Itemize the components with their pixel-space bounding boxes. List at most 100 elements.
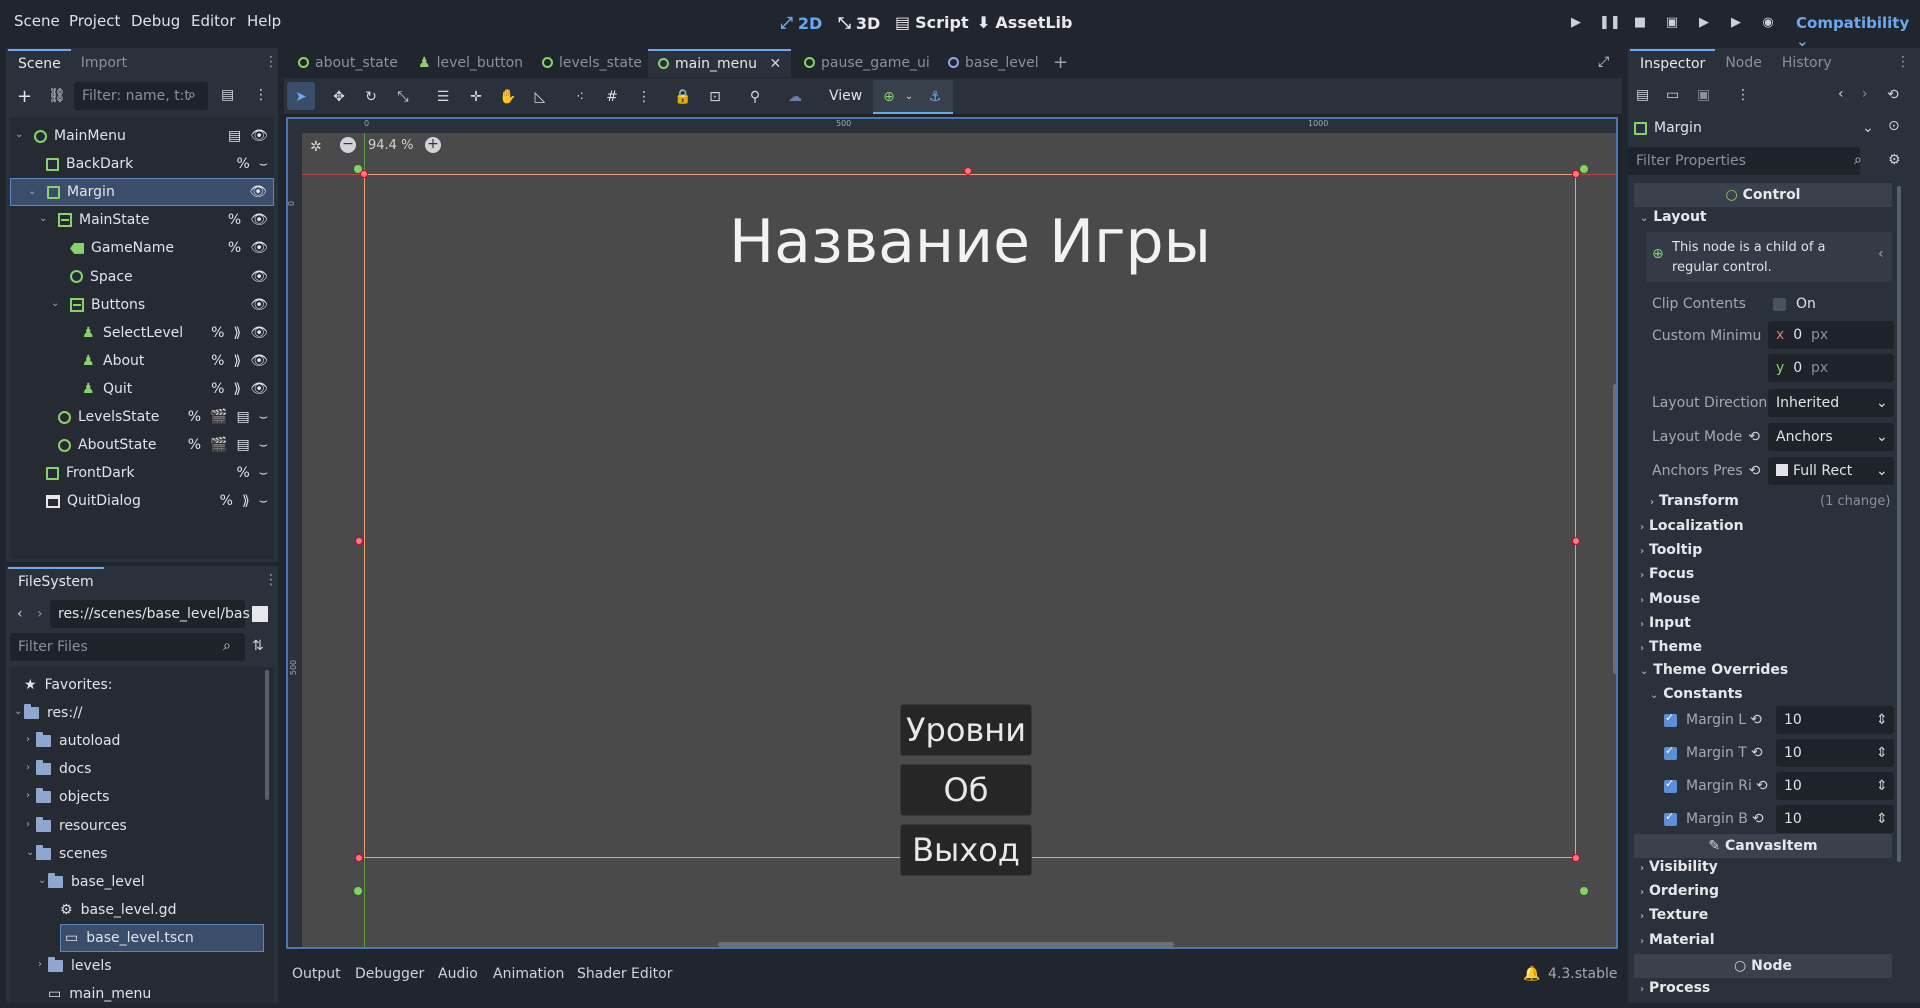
add-tab-icon[interactable]: + [1053, 52, 1068, 73]
visibility-icon[interactable]: 👁 [250, 325, 268, 341]
pause-icon[interactable]: ❚❚ [1599, 14, 1621, 32]
visibility-icon[interactable]: 👁 [250, 128, 268, 144]
menu-help[interactable]: Help [247, 12, 281, 30]
tab-animation[interactable]: Animation [493, 966, 564, 982]
hidden-icon[interactable]: ⌣ [259, 156, 268, 172]
canvas-viewport[interactable]: 0 500 1000 0 500 ✲ − 94.4 % + Название И… [286, 117, 1618, 949]
custom-min-x-field[interactable]: x 0 px [1768, 321, 1894, 349]
fs-menu-icon[interactable]: ⋮ [264, 572, 278, 588]
renderer-select[interactable]: Compatibility ⌄ [1796, 14, 1920, 50]
open-resource-icon[interactable]: ▭ [1666, 87, 1679, 103]
anchors-preset-select[interactable]: Full Rect ⌄ [1768, 457, 1894, 485]
tree-node[interactable]: ♟ About% ⟫ 👁 [10, 347, 274, 375]
menu-debug[interactable]: Debug [131, 12, 180, 30]
dock-menu-icon[interactable]: ⋮ [1896, 54, 1910, 70]
visibility-icon[interactable]: 👁 [250, 212, 268, 228]
scene-menu-icon[interactable]: ⋮ [254, 87, 268, 103]
section-layout[interactable]: ⌄ Layout [1640, 209, 1707, 225]
section-visibility[interactable]: › Visibility [1640, 859, 1718, 875]
revert-icon[interactable]: ⟲ [1749, 463, 1761, 479]
override-checkbox[interactable] [1664, 744, 1677, 760]
list-select-icon[interactable]: ☰ [432, 86, 454, 108]
layout-percent-icon[interactable]: % [188, 437, 201, 453]
tab-debugger[interactable]: Debugger [355, 966, 424, 982]
scale-tool-icon[interactable]: ⤡ [392, 86, 414, 108]
scene-tab[interactable]: pause_game_ui [794, 49, 940, 77]
layout-percent-icon[interactable]: % [236, 156, 249, 172]
scene-tab[interactable]: base_level [938, 49, 1049, 77]
layout-percent-icon[interactable]: % [220, 493, 233, 509]
chevron-icon[interactable]: › [38, 959, 42, 970]
chevron-icon[interactable]: ⌄ [14, 706, 22, 717]
section-process[interactable]: › Process [1640, 980, 1710, 996]
layout-percent-icon[interactable]: % [211, 325, 224, 341]
grid-snap-icon[interactable]: # [601, 86, 623, 108]
filter-properties-input[interactable]: Filter Properties [1628, 147, 1860, 175]
zoom-in-icon[interactable]: + [425, 137, 441, 153]
fs-path-input[interactable]: res://scenes/base_level/bas [50, 600, 250, 628]
visibility-icon[interactable]: 👁 [249, 184, 267, 200]
signals-icon[interactable]: ⟫ [233, 353, 241, 369]
resize-handle[interactable] [1572, 170, 1580, 178]
chevron-icon[interactable]: › [26, 819, 30, 830]
resize-handle[interactable] [964, 167, 972, 175]
section-transform[interactable]: › Transform [1650, 493, 1739, 509]
play-custom-scene-icon[interactable]: ▶ [1727, 14, 1745, 32]
scene-instance-icon[interactable]: 🎬 [210, 409, 227, 425]
history-icon[interactable]: ⟲ [1887, 87, 1899, 103]
chevron-down-icon[interactable]: ⌄ [15, 129, 23, 140]
resize-handle[interactable] [355, 537, 363, 545]
menu-project[interactable]: Project [69, 12, 120, 30]
section-localization[interactable]: › Localization [1640, 518, 1744, 534]
menu-scene[interactable]: Scene [14, 12, 60, 30]
scene-tab[interactable]: ♟ level_button [408, 49, 533, 77]
hidden-icon[interactable]: ⌣ [259, 465, 268, 481]
layout-direction-select[interactable]: Inherited ⌄ [1768, 389, 1894, 417]
h-scrollbar[interactable] [718, 942, 1174, 947]
fs-item[interactable]: autoload [36, 727, 120, 755]
tab-output[interactable]: Output [292, 966, 341, 982]
layout-percent-icon[interactable]: % [228, 240, 241, 256]
tree-node[interactable]: ♟ SelectLevel% ⟫ 👁 [10, 319, 274, 347]
revert-icon[interactable]: ⟲ [1756, 778, 1768, 794]
script-icon[interactable]: ▤ [228, 128, 241, 144]
tree-node[interactable]: Space 👁 [10, 263, 274, 291]
stop-icon[interactable]: ■ [1631, 14, 1649, 32]
fs-filter-input[interactable]: Filter Files [10, 633, 245, 661]
zoom-out-icon[interactable]: − [340, 137, 356, 153]
chevron-icon[interactable]: › [26, 790, 30, 801]
signals-icon[interactable]: ⟫ [233, 325, 241, 341]
chevron-icon[interactable]: › [26, 734, 30, 745]
fs-item[interactable]: base_level [48, 868, 145, 896]
center-view-icon[interactable]: ✲ [310, 139, 322, 155]
skeleton-icon[interactable]: ⚲ [744, 86, 766, 108]
resize-handle[interactable] [1572, 854, 1580, 862]
chevron-down-icon[interactable]: ⌄ [898, 86, 920, 108]
tree-node[interactable]: ⌄ MainMenu ▤ 👁 [10, 122, 274, 150]
view-menu[interactable]: View [829, 88, 862, 104]
inspector-scrollbar[interactable] [1897, 186, 1901, 862]
fs-item[interactable]: ▭ base_level.tscn [60, 923, 264, 952]
workspace-3d-button[interactable]: ⤡ 3D [838, 13, 880, 33]
layout-percent-icon[interactable]: % [228, 212, 241, 228]
signals-icon[interactable]: ⟫ [242, 493, 250, 509]
section-texture[interactable]: › Texture [1640, 907, 1708, 923]
section-material[interactable]: › Material [1640, 932, 1715, 948]
forward-icon[interactable]: › [37, 606, 43, 622]
anchor-icon[interactable]: ⚓ [924, 86, 946, 108]
tree-node[interactable]: ⌄ Margin 👁 [10, 178, 274, 207]
spinner-icon[interactable]: ⇕ [1876, 739, 1888, 767]
fs-item[interactable]: objects [36, 783, 109, 811]
visibility-icon[interactable]: 👁 [250, 381, 268, 397]
anchor-handle[interactable] [354, 165, 362, 173]
tab-node[interactable]: Node [1715, 49, 1772, 77]
margin-value-field[interactable]: 10 ⇕ [1776, 772, 1894, 800]
revert-icon[interactable]: ⟲ [1751, 745, 1763, 761]
tab-audio[interactable]: Audio [438, 966, 478, 982]
lock-icon[interactable]: 🔒 [672, 86, 694, 108]
back-icon[interactable]: ‹ [1838, 86, 1844, 102]
movie-maker-icon[interactable]: ◉ [1759, 14, 1777, 32]
play-scene-icon[interactable]: ▶ [1695, 14, 1713, 32]
custom-min-y-field[interactable]: y 0 px [1768, 354, 1894, 382]
tab-import[interactable]: Import [71, 49, 137, 77]
